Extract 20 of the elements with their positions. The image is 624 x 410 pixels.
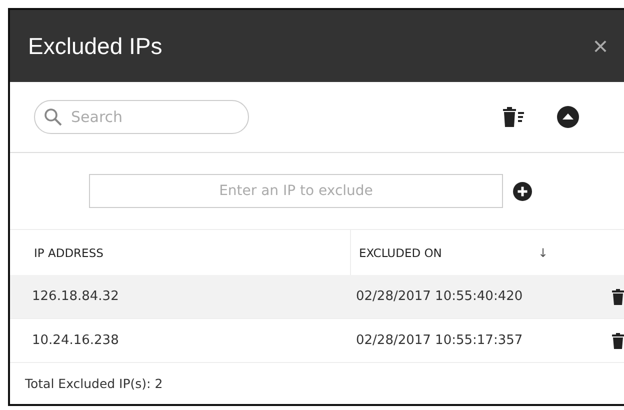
table-row[interactable]: 10.24.16.238 02/28/2017 10:55:17:357 bbox=[10, 319, 624, 363]
bulk-delete-icon[interactable] bbox=[503, 107, 525, 127]
add-icon[interactable] bbox=[513, 182, 532, 200]
search-icon bbox=[44, 108, 62, 126]
ip-address-cell: 126.18.84.32 bbox=[32, 289, 119, 304]
table-row[interactable]: 126.18.84.32 02/28/2017 10:55:40:420 bbox=[10, 275, 624, 319]
excluded-on-cell: 02/28/2017 10:55:17:357 bbox=[356, 333, 523, 348]
search-field[interactable]: Search bbox=[34, 100, 249, 134]
column-header[interactable]: EXCLUDED ON bbox=[359, 246, 442, 260]
sort-arrow-icon[interactable]: ↓ bbox=[538, 246, 548, 260]
trash-icon[interactable] bbox=[612, 332, 624, 348]
total-count-text: Total Excluded IP(s): 2 bbox=[25, 376, 163, 391]
trash-icon[interactable] bbox=[612, 288, 624, 304]
excluded-on-cell: 02/28/2017 10:55:40:420 bbox=[356, 289, 523, 304]
close-button[interactable]: × bbox=[592, 33, 608, 59]
ip-address-cell: 10.24.16.238 bbox=[32, 333, 119, 348]
ip-input-field[interactable]: Enter an IP to exclude bbox=[89, 174, 503, 208]
collapse-icon[interactable] bbox=[557, 106, 579, 128]
dialog-title: Excluded IPs bbox=[28, 32, 162, 60]
column-header[interactable]: IP ADDRESS bbox=[34, 246, 104, 260]
